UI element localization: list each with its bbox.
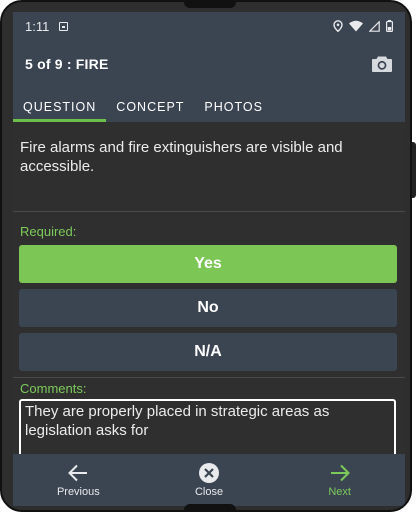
signal-icon xyxy=(369,20,380,32)
close-circle-icon xyxy=(199,463,219,483)
notification-icon xyxy=(59,21,69,31)
answer-yes-button[interactable]: Yes xyxy=(19,245,397,283)
app-bar: 5 of 9 : FIRE xyxy=(13,40,405,88)
tab-bar: QUESTION CONCEPT PHOTOS xyxy=(13,88,405,122)
answer-na-button[interactable]: N/A xyxy=(19,333,397,371)
answer-no-button[interactable]: No xyxy=(19,289,397,327)
close-label: Close xyxy=(194,486,224,498)
previous-label: Previous xyxy=(56,486,100,498)
tab-photos[interactable]: PHOTOS xyxy=(194,100,273,122)
wifi-icon xyxy=(349,20,363,32)
device-hinge-top xyxy=(184,2,236,8)
location-icon xyxy=(333,20,343,32)
screen: 1:11 5 of 9: FIRE QUESTION CONCEPT PHOT… xyxy=(13,12,405,506)
arrow-right-icon xyxy=(330,464,350,482)
device-side-button xyxy=(412,142,416,198)
next-button[interactable]: Next xyxy=(274,454,405,506)
close-button[interactable]: Close xyxy=(144,454,275,506)
page-title: 5 of 9 : FIRE xyxy=(25,56,109,72)
comments-label: Comments: xyxy=(20,381,87,396)
device-hinge-bottom xyxy=(184,504,236,510)
status-bar: 1:11 xyxy=(13,12,405,40)
next-label: Next xyxy=(328,486,351,498)
tab-concept[interactable]: CONCEPT xyxy=(106,100,194,122)
required-label: Required: xyxy=(20,224,77,239)
status-time: 1:11 xyxy=(25,18,50,34)
bottom-nav: Previous Close Next xyxy=(13,454,405,506)
camera-icon[interactable] xyxy=(371,55,393,73)
previous-button[interactable]: Previous xyxy=(13,454,144,506)
battery-icon xyxy=(386,20,393,32)
arrow-left-icon xyxy=(68,464,88,482)
device-frame: 1:11 5 of 9: FIRE QUESTION CONCEPT PHOT… xyxy=(0,0,412,512)
question-text: Fire alarms and fire extinguishers are v… xyxy=(13,122,405,212)
tab-question[interactable]: QUESTION xyxy=(13,100,107,122)
